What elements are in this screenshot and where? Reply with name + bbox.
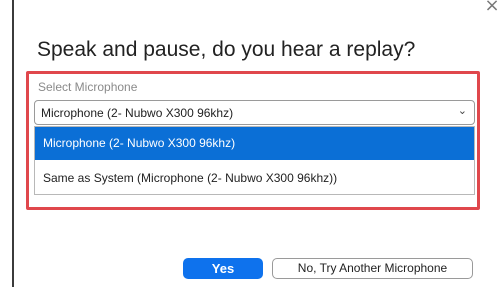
- microphone-test-dialog: × Speak and pause, do you hear a replay?…: [0, 0, 503, 287]
- dropdown-option-same-as-system[interactable]: Same as System (Microphone (2- Nubwo X30…: [35, 162, 474, 195]
- microphone-select[interactable]: Microphone (2- Nubwo X300 96khz) ⌄: [34, 100, 475, 125]
- try-another-microphone-button[interactable]: No, Try Another Microphone: [272, 258, 473, 279]
- yes-button[interactable]: Yes: [183, 258, 263, 279]
- dialog-title: Speak and pause, do you hear a replay?: [37, 38, 416, 61]
- window-edge: [12, 0, 14, 287]
- microphone-dropdown-list: Microphone (2- Nubwo X300 96khz) Same as…: [34, 126, 475, 195]
- dropdown-option-microphone[interactable]: Microphone (2- Nubwo X300 96khz): [35, 127, 474, 160]
- close-icon[interactable]: ×: [480, 0, 503, 20]
- select-microphone-label: Select Microphone: [38, 80, 138, 94]
- chevron-down-icon: ⌄: [457, 104, 467, 117]
- microphone-select-value: Microphone (2- Nubwo X300 96khz): [41, 106, 234, 120]
